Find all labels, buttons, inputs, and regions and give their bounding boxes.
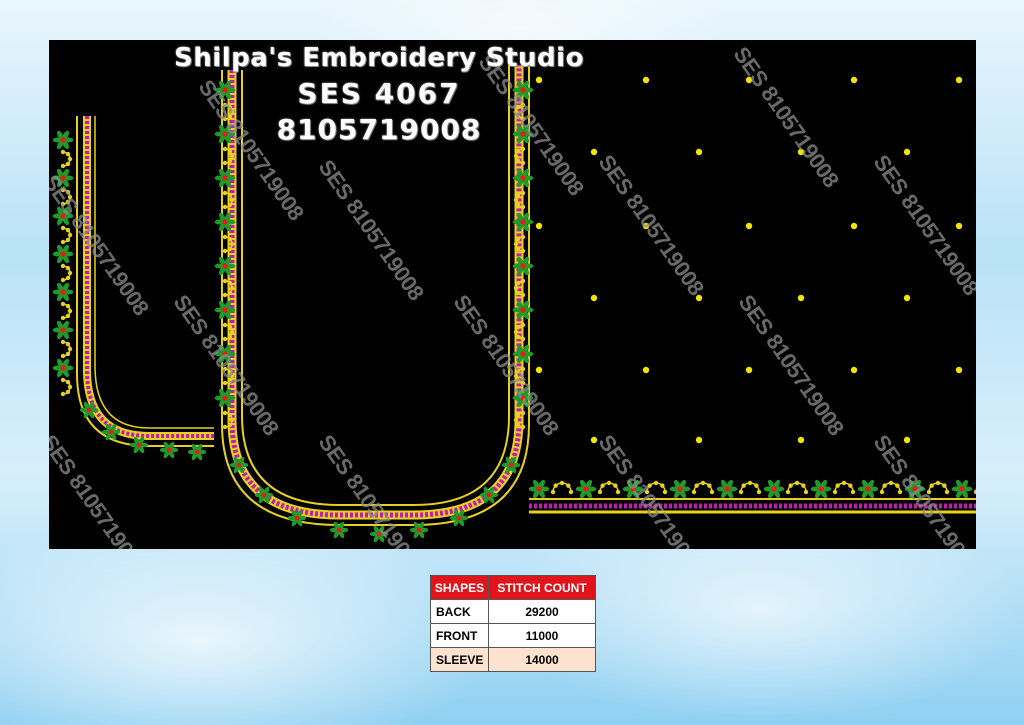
studio-header: Shilpa's Embroidery Studio SES 4067 8105… bbox=[149, 40, 609, 148]
stitch-count-cell: 14000 bbox=[525, 652, 559, 667]
stitch-count-table: SHAPES STITCH COUNT BACK 29200 FRONT 110… bbox=[430, 575, 596, 672]
column-header-stitch-count: STITCH COUNT bbox=[497, 580, 587, 595]
column-header-shapes: SHAPES bbox=[431, 576, 489, 599]
flower-motif bbox=[716, 479, 738, 499]
flower-motif bbox=[52, 320, 74, 340]
stitch-count-cell: 29200 bbox=[525, 604, 559, 619]
gold-fan-motif bbox=[60, 377, 73, 397]
flower-motif bbox=[857, 479, 879, 499]
flower-motif bbox=[52, 282, 74, 302]
table-row: BACK 29200 bbox=[431, 599, 595, 623]
flower-motif bbox=[951, 479, 973, 499]
table-row: FRONT 11000 bbox=[431, 623, 595, 647]
flower-motif bbox=[763, 479, 785, 499]
shape-cell: SLEEVE bbox=[431, 648, 489, 671]
gold-fan-motif bbox=[832, 480, 856, 495]
gold-fan-motif bbox=[60, 301, 73, 321]
phone-number: 8105719008 bbox=[276, 113, 482, 146]
gold-fan-motif bbox=[738, 480, 762, 495]
shape-cell: FRONT bbox=[431, 624, 489, 647]
shape-cell: BACK bbox=[431, 600, 489, 623]
stitch-count-cell: 11000 bbox=[525, 628, 559, 643]
table-header-row: SHAPES STITCH COUNT bbox=[431, 576, 595, 599]
gold-fan-motif bbox=[785, 480, 809, 495]
flower-motif bbox=[528, 479, 550, 499]
flower-motif bbox=[52, 358, 74, 378]
studio-name: Shilpa's Embroidery Studio bbox=[174, 43, 584, 73]
gold-fan-motif bbox=[691, 480, 715, 495]
flower-motif bbox=[575, 479, 597, 499]
gold-fan-motif bbox=[550, 480, 574, 495]
gold-fan-motif bbox=[973, 488, 976, 495]
gold-fan-motif bbox=[60, 149, 73, 169]
flower-motif bbox=[810, 479, 832, 499]
flower-motif bbox=[669, 479, 691, 499]
embroidery-design-canvas: Shilpa's Embroidery Studio SES 4067 8105… bbox=[49, 40, 976, 549]
flower-motif bbox=[329, 521, 349, 539]
design-code: SES 4067 bbox=[297, 77, 461, 110]
flower-motif bbox=[159, 441, 179, 459]
gold-fan-motif bbox=[597, 480, 621, 495]
table-row: SLEEVE 14000 bbox=[431, 647, 595, 671]
gold-fan-motif bbox=[60, 339, 73, 359]
gold-fan-motif bbox=[60, 263, 73, 283]
flower-motif bbox=[52, 244, 74, 264]
flower-motif bbox=[52, 130, 74, 150]
flower-motif bbox=[409, 521, 429, 539]
